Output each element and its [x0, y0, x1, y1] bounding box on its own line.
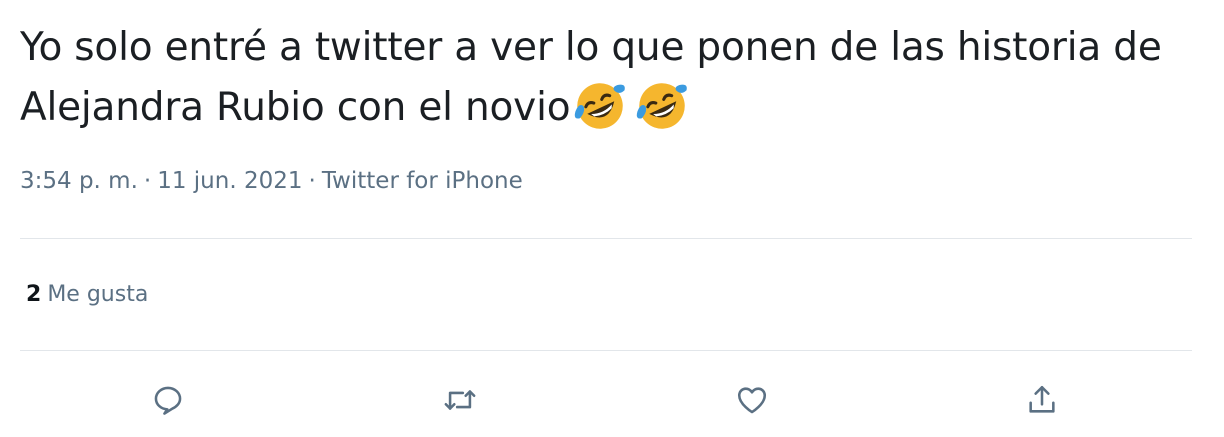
tweet-meta: 3:54 p. m. · 11 jun. 2021 · Twitter for iPho… [20, 168, 523, 194]
heart-icon [737, 387, 767, 414]
like-button[interactable] [730, 378, 774, 422]
tweet-source[interactable]: Twitter for iPhone [322, 168, 523, 194]
tweet-text-block: Yo solo entré a twitter a ver lo que pon… [20, 18, 1210, 138]
tweet-date[interactable]: 11 jun. 2021 [157, 168, 302, 194]
reply-icon [154, 386, 182, 415]
meta-separator: · [308, 168, 316, 194]
rolling-on-floor-laughing-emoji-icon [637, 83, 688, 129]
divider [20, 350, 1192, 351]
likes-count: 2 [26, 282, 42, 307]
divider [20, 238, 1192, 239]
rolling-on-floor-laughing-emoji-icon [575, 83, 626, 129]
retweet-button[interactable] [438, 378, 482, 422]
action-bar [0, 378, 1224, 422]
likes-label: Me gusta [47, 282, 149, 307]
tweet: Yo solo entré a twitter a ver lo que pon… [0, 0, 1224, 437]
likes-stat[interactable]: 2 Me gusta [26, 282, 148, 307]
share-icon [1029, 385, 1055, 413]
tweet-time[interactable]: 3:54 p. m. [20, 168, 138, 194]
share-button[interactable] [1020, 378, 1064, 422]
retweet-icon [444, 390, 476, 410]
meta-separator: · [143, 168, 152, 194]
reply-button[interactable] [146, 378, 190, 422]
